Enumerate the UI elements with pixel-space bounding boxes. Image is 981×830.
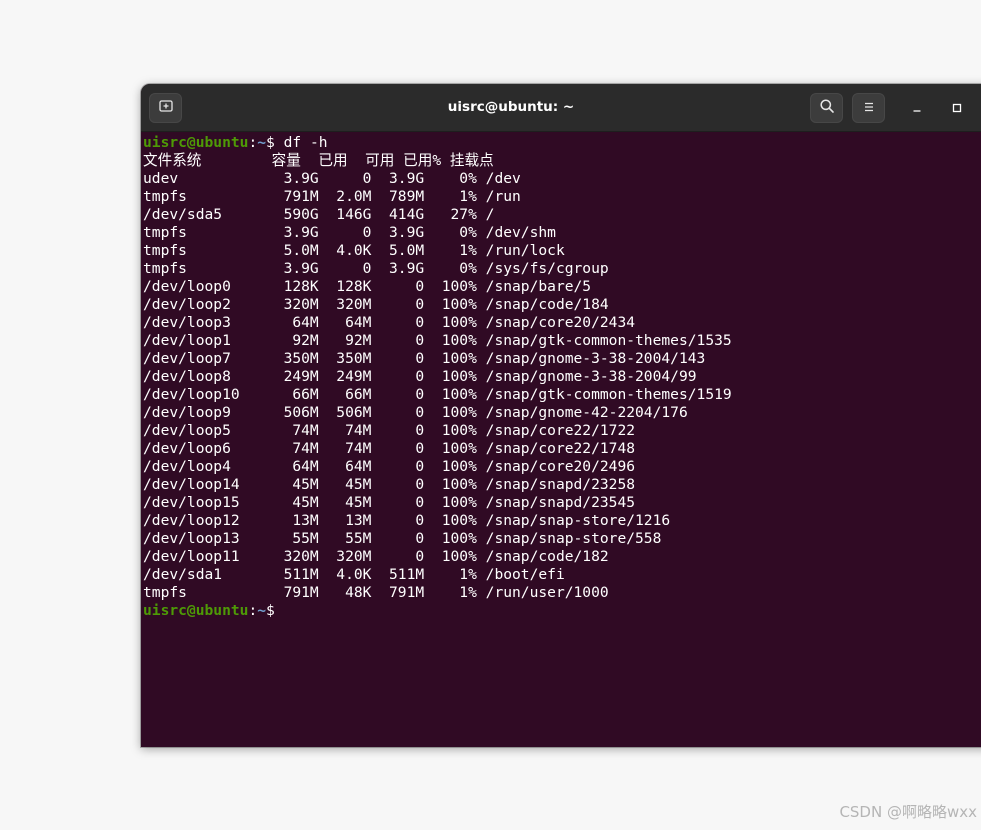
df-row: /dev/loop5 74M 74M 0 100% /snap/core22/1… [143,422,636,439]
watermark: CSDN @啊略略wxx [839,803,977,821]
terminal-window: uisrc@ubuntu: ~ uisrc@ubuntu:~$ df -h 文件… [141,84,981,747]
prompt-path: ~ [257,134,267,151]
prompt-colon: : [248,134,258,151]
df-row: /dev/loop11 320M 320M 0 100% /snap/code/… [143,548,609,565]
prompt-user-host: uisrc@ubuntu [143,602,249,619]
df-row: /dev/loop6 74M 74M 0 100% /snap/core22/1… [143,440,636,457]
prompt-dollar: $ [266,602,275,619]
search-button[interactable] [810,93,843,123]
df-row: udev 3.9G 0 3.9G 0% /dev [143,170,521,187]
df-row: /dev/loop4 64M 64M 0 100% /snap/core20/2… [143,458,636,475]
df-row: tmpfs 3.9G 0 3.9G 0% /dev/shm [143,224,556,241]
prompt-colon: : [248,602,258,619]
df-row: /dev/loop7 350M 350M 0 100% /snap/gnome-… [143,350,706,367]
df-row: /dev/loop12 13M 13M 0 100% /snap/snap-st… [143,512,671,529]
titlebar[interactable]: uisrc@ubuntu: ~ [141,84,981,132]
command-line: uisrc@ubuntu:~$ df -h [143,134,981,152]
df-row: tmpfs 3.9G 0 3.9G 0% /sys/fs/cgroup [143,260,609,277]
prompt-user-host: uisrc@ubuntu [143,134,249,151]
command-text: df -h [274,134,328,151]
search-icon [819,98,835,118]
df-row: /dev/loop3 64M 64M 0 100% /snap/core20/2… [143,314,636,331]
df-row: /dev/loop15 45M 45M 0 100% /snap/snapd/2… [143,494,636,511]
terminal-output[interactable]: uisrc@ubuntu:~$ df -h 文件系统 容量 已用 可用 已用% … [143,134,981,747]
maximize-button[interactable] [945,96,969,120]
df-row: /dev/loop13 55M 55M 0 100% /snap/snap-st… [143,530,662,547]
df-row: /dev/sda5 590G 146G 414G 27% / [143,206,495,223]
prompt-path: ~ [257,602,267,619]
df-row: tmpfs 791M 2.0M 789M 1% /run [143,188,521,205]
df-row: /dev/loop0 128K 128K 0 100% /snap/bare/5 [143,278,592,295]
df-row: /dev/loop14 45M 45M 0 100% /snap/snapd/2… [143,476,636,493]
df-row: /dev/loop1 92M 92M 0 100% /snap/gtk-comm… [143,332,732,349]
df-row: tmpfs 791M 48K 791M 1% /run/user/1000 [143,584,609,601]
minimize-button[interactable] [905,96,929,120]
maximize-icon [951,99,963,118]
df-row: /dev/loop10 66M 66M 0 100% /snap/gtk-com… [143,386,732,403]
df-row: /dev/loop8 249M 249M 0 100% /snap/gnome-… [143,368,697,385]
menu-button[interactable] [852,93,885,123]
df-header-row: 文件系统 容量 已用 可用 已用% 挂载点 [143,152,494,169]
hamburger-menu-icon [862,99,876,118]
df-row: tmpfs 5.0M 4.0K 5.0M 1% /run/lock [143,242,565,259]
df-row: /dev/sda1 511M 4.0K 511M 1% /boot/efi [143,566,565,583]
prompt-dollar: $ [266,134,275,151]
df-row: /dev/loop2 320M 320M 0 100% /snap/code/1… [143,296,609,313]
window-title: uisrc@ubuntu: ~ [447,99,575,115]
minimize-icon [911,99,923,118]
df-row: /dev/loop9 506M 506M 0 100% /snap/gnome-… [143,404,688,421]
current-prompt-line[interactable]: uisrc@ubuntu:~$ [143,602,981,620]
